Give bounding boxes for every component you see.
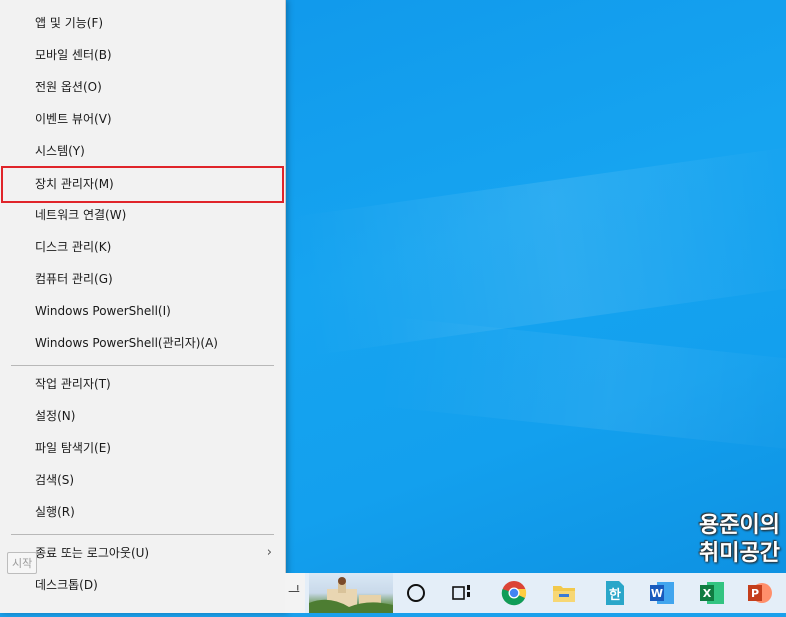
menu-item-label: Windows PowerShell(관리자)(A)	[35, 336, 218, 350]
menu-separator	[11, 365, 274, 366]
svg-text:한: 한	[609, 587, 621, 603]
menu-item-network-connections[interactable]: 네트워크 연결(W)	[3, 200, 282, 230]
cortana-icon[interactable]	[393, 573, 439, 613]
start-tooltip: 시작	[7, 552, 38, 574]
menu-item-label: 데스크톱(D)	[35, 578, 98, 592]
menu-item-task-manager[interactable]: 작업 관리자(T)	[3, 369, 282, 399]
search-highlight-image	[309, 573, 393, 613]
menu-item-desktop[interactable]: 데스크톱(D)	[3, 570, 282, 600]
menu-item-label: 검색(S)	[35, 473, 75, 487]
menu-item-label: 시스템(Y)	[35, 144, 85, 158]
menu-item-search[interactable]: 검색(S)	[3, 465, 282, 495]
menu-item-label: 장치 관리자(M)	[35, 177, 114, 191]
menu-item-shutdown-signout[interactable]: 종료 또는 로그아웃(U) ›	[3, 538, 282, 568]
menu-item-power-options[interactable]: 전원 옵션(O)	[3, 72, 282, 102]
file-explorer-icon[interactable]	[541, 573, 587, 613]
menu-item-disk-management[interactable]: 디스크 관리(K)	[3, 232, 282, 262]
menu-item-label: 종료 또는 로그아웃(U)	[35, 546, 150, 560]
menu-item-system[interactable]: 시스템(Y)	[3, 136, 282, 166]
watermark-line: 취미공간	[699, 541, 780, 566]
light-ray	[376, 316, 786, 454]
menu-item-label: 컴퓨터 관리(G)	[35, 272, 113, 286]
task-view-icon[interactable]	[439, 573, 485, 613]
svg-text:P: P	[751, 587, 759, 600]
watermark-line: 용준이의	[699, 513, 780, 538]
menu-item-label: 설정(N)	[35, 409, 76, 423]
svg-text:W: W	[651, 587, 663, 600]
menu-item-label: 이벤트 뷰어(V)	[35, 112, 112, 126]
excel-icon[interactable]: X	[689, 573, 735, 613]
menu-item-computer-management[interactable]: 컴퓨터 관리(G)	[3, 264, 282, 294]
chevron-right-icon: ›	[266, 545, 272, 560]
search-box[interactable]: ᆜ	[285, 573, 305, 613]
menu-item-label: 앱 및 기능(F)	[35, 16, 104, 30]
menu-item-powershell-admin[interactable]: Windows PowerShell(관리자)(A)	[3, 328, 282, 358]
light-ray	[292, 144, 786, 356]
menu-separator	[11, 534, 274, 535]
watermark: 용준이의 취미공간	[699, 512, 780, 568]
menu-item-label: 전원 옵션(O)	[35, 80, 102, 94]
powerpoint-icon[interactable]: P	[737, 573, 783, 613]
winx-context-menu: 앱 및 기능(F) 모바일 센터(B) 전원 옵션(O) 이벤트 뷰어(V) 시…	[0, 0, 286, 613]
taskbar: ᆜ 한 W X P	[285, 573, 786, 613]
menu-item-label: 작업 관리자(T)	[35, 377, 111, 391]
menu-item-label: 실행(R)	[35, 505, 75, 519]
hangul-icon[interactable]: 한	[591, 573, 637, 613]
menu-item-file-explorer[interactable]: 파일 탐색기(E)	[3, 433, 282, 463]
menu-item-label: 파일 탐색기(E)	[35, 441, 111, 455]
menu-item-label: 네트워크 연결(W)	[35, 208, 127, 222]
chrome-icon[interactable]	[491, 573, 537, 613]
menu-item-label: 모바일 센터(B)	[35, 48, 112, 62]
menu-item-device-manager[interactable]: 장치 관리자(M)	[1, 166, 284, 203]
menu-item-settings[interactable]: 설정(N)	[3, 401, 282, 431]
word-icon[interactable]: W	[639, 573, 685, 613]
menu-item-label: 디스크 관리(K)	[35, 240, 112, 254]
menu-item-mobility-center[interactable]: 모바일 센터(B)	[3, 40, 282, 70]
svg-text:X: X	[703, 587, 712, 600]
menu-item-run[interactable]: 실행(R)	[3, 497, 282, 527]
menu-item-label: Windows PowerShell(I)	[35, 304, 171, 318]
menu-item-apps-features[interactable]: 앱 및 기능(F)	[3, 8, 282, 38]
menu-item-powershell[interactable]: Windows PowerShell(I)	[3, 296, 282, 326]
menu-item-event-viewer[interactable]: 이벤트 뷰어(V)	[3, 104, 282, 134]
